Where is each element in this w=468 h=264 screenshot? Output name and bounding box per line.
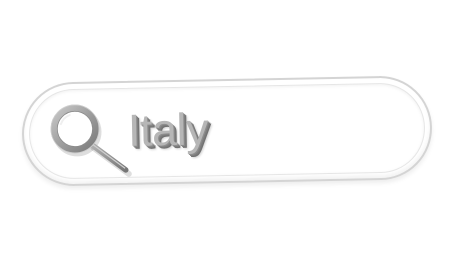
search-query-text[interactable]: Italy <box>127 99 208 161</box>
search-bar[interactable]: Italy <box>21 75 433 187</box>
search-icon[interactable] <box>41 95 135 179</box>
page: Italy <box>0 0 468 264</box>
